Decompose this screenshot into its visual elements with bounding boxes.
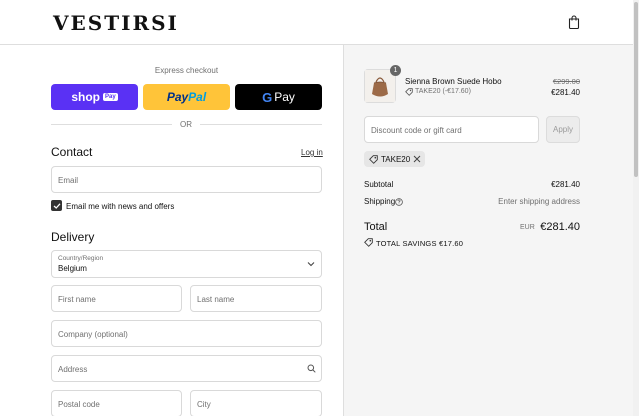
- handbag-image: [365, 70, 395, 102]
- email-placeholder: Email: [58, 176, 79, 185]
- divider-left: [51, 124, 172, 125]
- city-placeholder: City: [197, 400, 211, 409]
- chevron-down-icon: [307, 262, 315, 267]
- divider-right: [200, 124, 322, 125]
- applied-code-text: TAKE20: [381, 155, 411, 164]
- total-savings: TOTAL SAVINGS €17.60: [376, 239, 463, 248]
- total-savings-label: TOTAL SAVINGS: [376, 239, 437, 248]
- company-placeholder: Company (optional): [58, 330, 128, 339]
- check-icon: [53, 202, 60, 209]
- paypal-logo-part2: Pal: [188, 90, 207, 104]
- total-currency: EUR: [520, 224, 535, 231]
- paypal-button[interactable]: Pay Pal: [143, 84, 230, 110]
- city-field[interactable]: City: [190, 390, 322, 416]
- google-g-icon: G: [262, 89, 273, 105]
- country-value: Belgium: [58, 264, 87, 273]
- shopping-bag-icon[interactable]: [568, 15, 580, 29]
- or-divider-text: OR: [180, 120, 192, 129]
- last-name-field[interactable]: Last name: [190, 285, 322, 312]
- delivery-title: Delivery: [51, 230, 95, 244]
- shipping-label: Shipping: [364, 197, 396, 206]
- discount-code-input[interactable]: Discount code or gift card: [364, 116, 539, 143]
- discount-code-placeholder: Discount code or gift card: [371, 126, 462, 135]
- express-checkout-label: Express checkout: [154, 66, 219, 75]
- product-name: Sienna Brown Suede Hobo: [405, 77, 502, 86]
- close-icon[interactable]: [413, 155, 421, 163]
- tag-icon: [364, 238, 373, 247]
- tag-icon: [369, 155, 378, 164]
- scrollbar-thumb[interactable]: [634, 2, 638, 177]
- total-savings-value: €17.60: [438, 239, 464, 248]
- country-label: Country/Region: [58, 255, 104, 262]
- total-value: €281.40: [540, 221, 580, 233]
- quantity-badge: 1: [390, 65, 401, 76]
- product-price: €281.40: [551, 88, 580, 97]
- header: VESTIRSI: [0, 0, 633, 45]
- country-select[interactable]: Country/Region Belgium: [51, 250, 322, 278]
- product-original-price: €299.00: [552, 77, 580, 86]
- shop-pay-logo-badge: Pay: [102, 93, 118, 101]
- tag-icon: [405, 88, 413, 96]
- address-field[interactable]: Address: [51, 355, 322, 382]
- subtotal-label: Subtotal: [364, 180, 394, 189]
- google-pay-button[interactable]: G Pay: [235, 84, 322, 110]
- google-pay-label: Pay: [274, 90, 295, 104]
- shop-pay-logo-text: shop: [71, 90, 100, 104]
- total-label: Total: [364, 221, 388, 233]
- newsletter-checkbox[interactable]: [51, 200, 62, 211]
- page-scrollbar[interactable]: [633, 0, 639, 416]
- search-icon: [307, 364, 316, 373]
- apply-button[interactable]: Apply: [546, 116, 580, 143]
- address-placeholder: Address: [58, 365, 88, 374]
- first-name-placeholder: First name: [58, 295, 96, 304]
- contact-title: Contact: [51, 145, 93, 159]
- postal-code-placeholder: Postal code: [58, 400, 100, 409]
- shop-pay-button[interactable]: shop Pay: [51, 84, 138, 110]
- paypal-logo-part1: Pay: [166, 90, 189, 104]
- postal-code-field[interactable]: Postal code: [51, 390, 182, 416]
- last-name-placeholder: Last name: [197, 295, 235, 304]
- help-icon[interactable]: [395, 198, 403, 206]
- login-link[interactable]: Log in: [301, 148, 323, 157]
- email-field[interactable]: Email: [51, 166, 322, 193]
- subtotal-value: €281.40: [551, 180, 580, 189]
- brand-logo[interactable]: VESTIRSI: [53, 11, 179, 35]
- company-field[interactable]: Company (optional): [51, 320, 322, 347]
- shipping-value: Enter shipping address: [498, 197, 580, 206]
- applied-discount-chip: TAKE20: [364, 151, 425, 167]
- newsletter-label: Email me with news and offers: [66, 202, 175, 211]
- first-name-field[interactable]: First name: [51, 285, 182, 312]
- product-discount: TAKE20 (-€17.60): [415, 88, 471, 95]
